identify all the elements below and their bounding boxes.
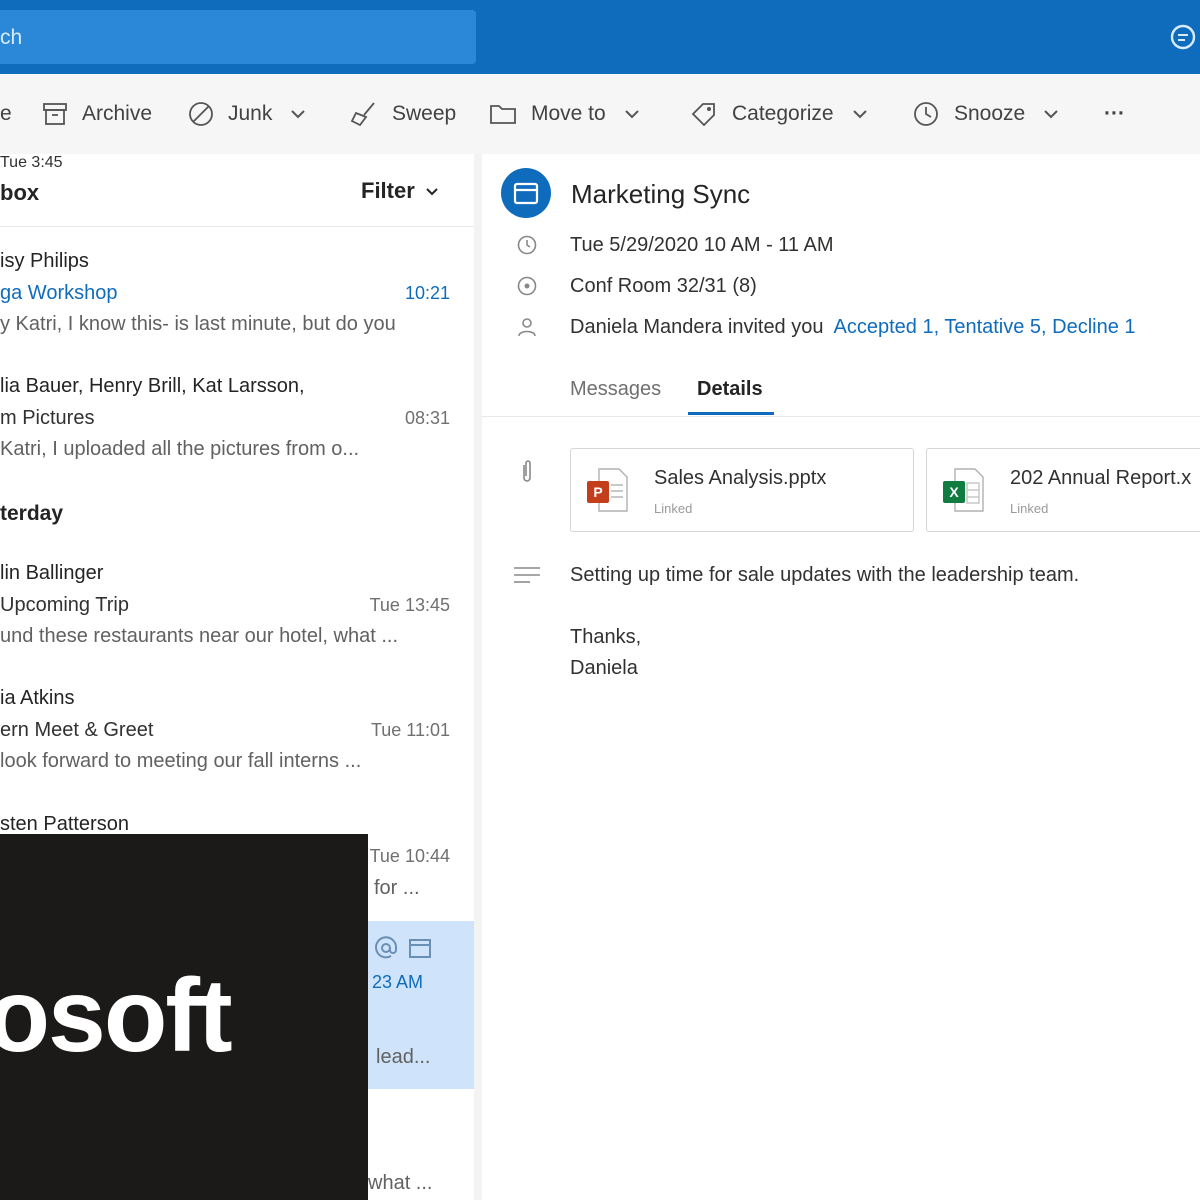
mention-icon — [375, 936, 398, 959]
clock-icon — [914, 102, 938, 126]
event-body-line: Setting up time for sale updates with th… — [570, 564, 1080, 586]
chevron-down-icon — [1044, 110, 1058, 119]
message-preview: Katri, I uploaded all the pictures from … — [0, 438, 360, 460]
message-preview: lead... — [376, 1046, 431, 1068]
message-subject: Upcoming Trip — [0, 594, 129, 616]
excel-file-icon: X — [943, 468, 984, 512]
archive-button[interactable]: Archive — [42, 100, 152, 128]
powerpoint-file-icon: P — [587, 468, 628, 512]
tab-details[interactable]: Details — [697, 378, 763, 401]
message-subject: m Pictures — [0, 407, 95, 429]
attachment-name: 202 Annual Report.x — [1010, 467, 1192, 489]
active-tab-indicator — [688, 412, 774, 415]
calendar-icon — [409, 939, 431, 958]
attachment-status: Linked — [654, 501, 693, 516]
message-subject: ern Meet & Greet — [0, 719, 154, 741]
tab-divider — [482, 416, 1200, 417]
junk-button[interactable]: Junk — [188, 100, 320, 128]
message-sender: sten Patterson — [0, 813, 129, 835]
message-subject: ga Workshop — [0, 282, 118, 304]
message-sender: ia Atkins — [0, 687, 75, 709]
location-icon — [517, 276, 537, 296]
message-sender: lin Ballinger — [0, 562, 104, 584]
reading-pane: Marketing Sync Tue 5/29/2020 10 AM - 11 … — [482, 154, 1200, 1200]
message-sender: isy Philips — [0, 250, 89, 272]
message-time: Tue 11:01 — [370, 720, 450, 740]
filter-button[interactable]: Filter — [361, 178, 439, 204]
message-time: 10:21 — [404, 283, 450, 303]
message-preview: und these restaurants near our hotel, wh… — [0, 625, 399, 647]
message-preview: y Katri, I know this- is last minute, bu… — [0, 313, 396, 335]
block-icon — [189, 102, 213, 126]
chevron-down-icon — [426, 187, 438, 195]
message-sender: lia Bauer, Henry Brill, Kat Larsson, — [0, 375, 305, 397]
chevron-down-icon — [624, 110, 639, 119]
folder-title: box — [0, 180, 40, 205]
top-bar: ch — [0, 0, 1200, 74]
message-preview: what ... — [368, 1172, 433, 1194]
event-avatar — [501, 168, 551, 218]
move-to-label: Move to — [531, 102, 606, 125]
folder-icon — [490, 105, 516, 124]
message-preview: for ... — [374, 877, 420, 899]
event-time: Tue 5/29/2020 10 AM - 11 AM — [570, 234, 834, 256]
sweep-button[interactable]: Sweep — [350, 100, 456, 128]
delete-button[interactable]: e — [0, 100, 12, 128]
pane-splitter[interactable] — [474, 154, 482, 1200]
search-input[interactable]: ch — [0, 26, 22, 50]
archive-label: Archive — [82, 102, 153, 125]
svg-text:X: X — [949, 484, 959, 500]
response-summary-link[interactable]: Accepted 1, Tentative 5, Decline 1 — [834, 316, 1136, 338]
selected-item-icons — [374, 936, 432, 960]
message-time: 08:31 — [404, 408, 450, 428]
message-time: Tue 10:44 — [369, 846, 450, 866]
more-options-button[interactable]: ··· — [1104, 100, 1125, 128]
calendar-icon — [513, 182, 539, 205]
event-body-line: Thanks, — [570, 626, 642, 648]
message-time: Tue 13:45 — [369, 595, 450, 615]
svg-text:P: P — [593, 484, 602, 500]
event-location: Conf Room 32/31 (8) — [570, 275, 757, 297]
attachment-status: Linked — [1010, 501, 1049, 516]
attachment-name: Sales Analysis.pptx — [654, 467, 827, 489]
more-icon: ··· — [1104, 102, 1125, 125]
move-to-button[interactable]: Move to — [489, 100, 654, 128]
brand-wordmark: rosoft — [0, 958, 233, 1074]
person-icon — [518, 318, 536, 337]
tab-messages[interactable]: Messages — [570, 378, 661, 401]
paperclip-icon — [523, 460, 531, 482]
message-time: Tue 3:45 — [0, 154, 63, 171]
attachment-card[interactable]: X 202 Annual Report.x Linked — [926, 448, 1200, 532]
snooze-label: Snooze — [954, 102, 1026, 125]
sweep-label: Sweep — [392, 102, 457, 125]
delete-label: e — [0, 102, 12, 125]
command-toolbar: e Archive Junk Sweep Move to Categorize … — [0, 74, 1200, 154]
snooze-button[interactable]: Snooze — [912, 100, 1073, 128]
chat-icon[interactable] — [1168, 22, 1198, 52]
filter-label: Filter — [361, 178, 415, 203]
archive-icon — [43, 103, 67, 125]
junk-label: Junk — [228, 102, 273, 125]
categorize-label: Categorize — [732, 102, 834, 125]
chevron-down-icon — [852, 110, 867, 119]
tag-icon — [691, 103, 715, 127]
search-box[interactable]: ch — [0, 10, 476, 64]
attachment-card[interactable]: P Sales Analysis.pptx Linked — [570, 448, 914, 532]
message-preview: look forward to meeting our fall interns… — [0, 750, 362, 772]
event-organizer: Daniela Mandera invited you Accepted 1, T… — [570, 316, 1136, 339]
group-header-yesterday: terday — [0, 502, 64, 525]
list-divider — [0, 226, 474, 227]
clock-icon — [517, 235, 537, 255]
event-title: Marketing Sync — [571, 179, 751, 209]
message-time: 23 AM — [372, 972, 424, 992]
categorize-button[interactable]: Categorize — [690, 100, 882, 128]
chevron-down-icon — [291, 110, 306, 119]
brand-overlay: rosoft — [0, 834, 368, 1200]
notes-icon — [514, 567, 540, 583]
broom-icon — [350, 102, 375, 127]
invited-text: Daniela Mandera invited you — [570, 316, 824, 338]
event-body-signature: Daniela — [570, 657, 638, 679]
